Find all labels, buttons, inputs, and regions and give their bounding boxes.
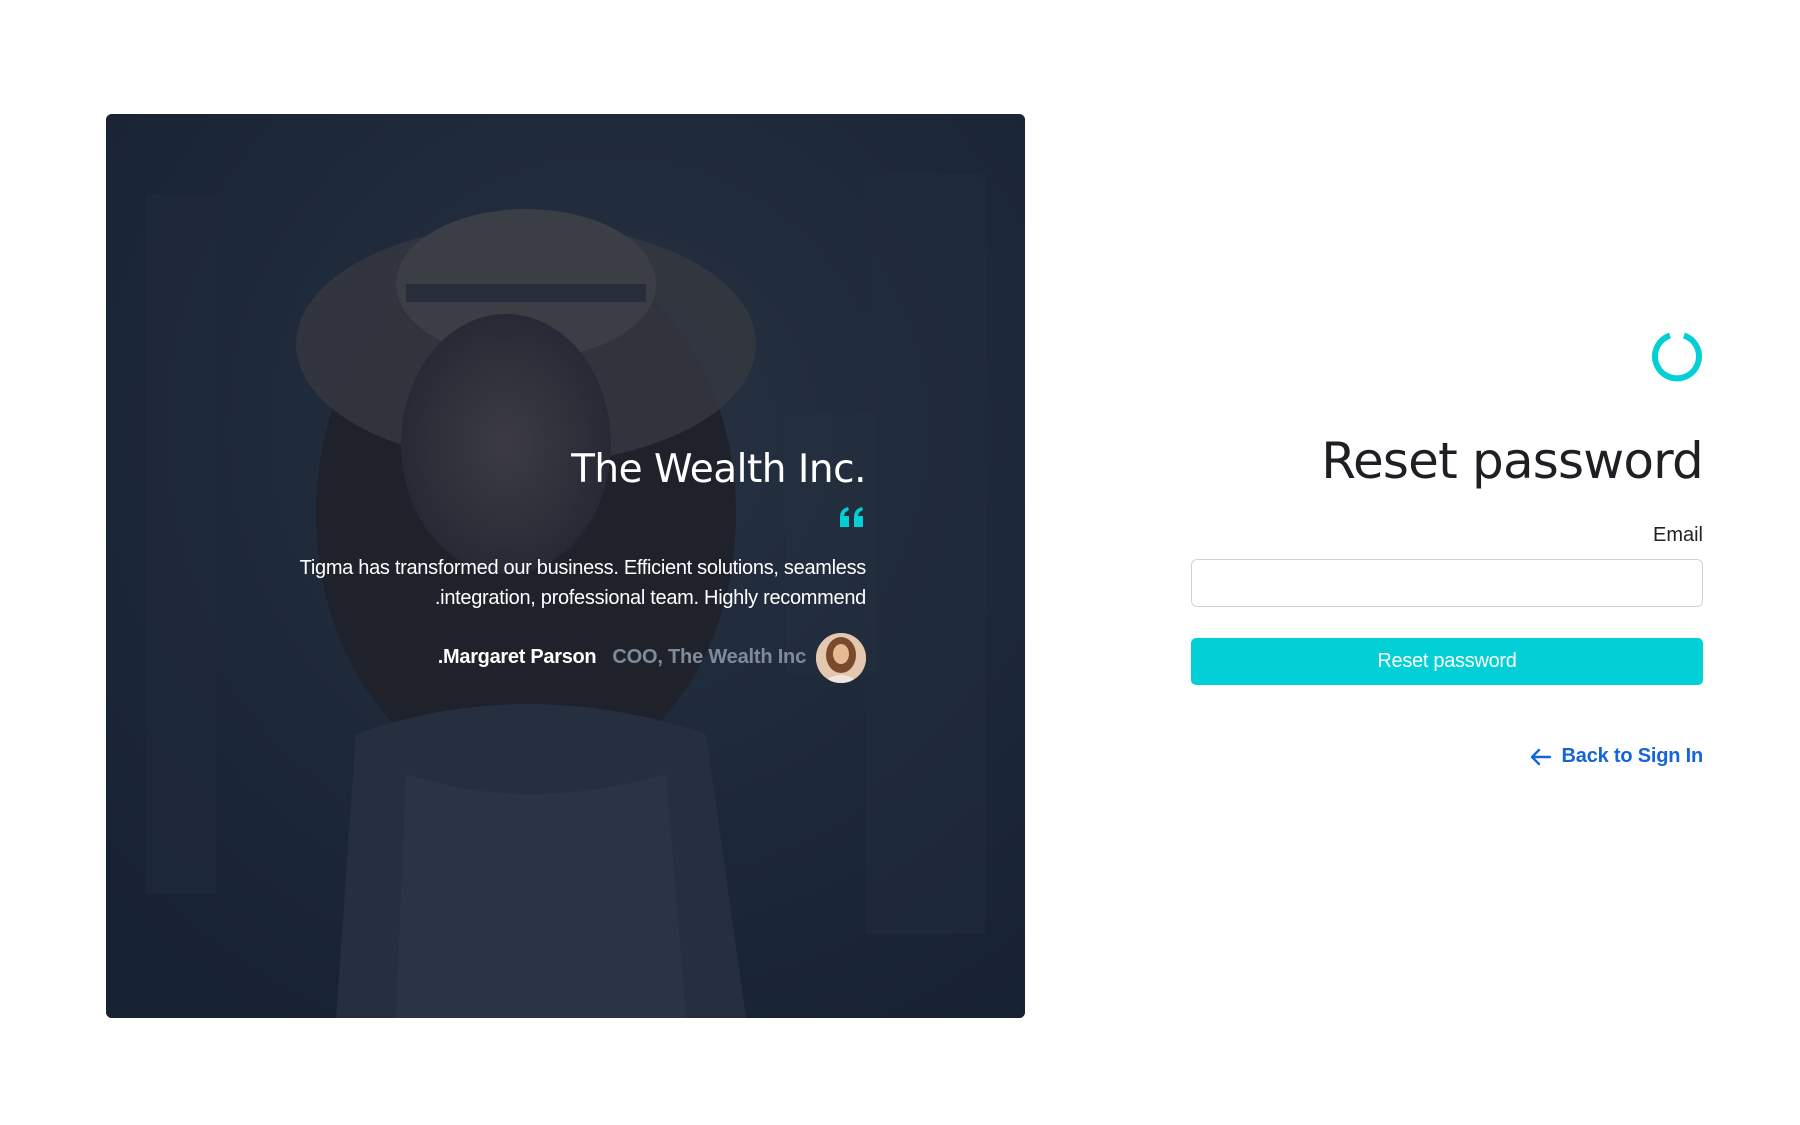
reset-password-form: Reset password Email Reset password Back… xyxy=(1191,330,1704,771)
arrow-left-icon xyxy=(1530,748,1551,765)
author-name: Margaret Parson. xyxy=(437,646,597,669)
author-role: COO, The Wealth Inc xyxy=(612,646,806,669)
page-title: Reset password xyxy=(1321,432,1704,490)
quote-icon xyxy=(226,505,866,539)
reset-password-button[interactable]: Reset password xyxy=(1191,638,1703,685)
loader-ring-icon xyxy=(1652,332,1702,382)
avatar xyxy=(816,632,866,683)
back-row: Back to Sign In xyxy=(1191,685,1703,771)
testimonial-panel: .The Wealth Inc Tigma has transformed ou… xyxy=(106,114,1025,1018)
back-to-sign-in-label: Back to Sign In xyxy=(1561,745,1704,767)
email-field[interactable] xyxy=(1191,559,1703,607)
company-title: .The Wealth Inc xyxy=(571,447,866,492)
email-label: Email xyxy=(1652,524,1703,546)
testimonial-author: COO, The Wealth Inc Margaret Parson. xyxy=(226,632,866,683)
back-to-sign-in-link[interactable]: Back to Sign In xyxy=(1530,745,1703,768)
testimonial-quote: Tigma has transformed our business. Effi… xyxy=(299,556,867,609)
testimonial-content: .The Wealth Inc Tigma has transformed ou… xyxy=(226,447,867,683)
